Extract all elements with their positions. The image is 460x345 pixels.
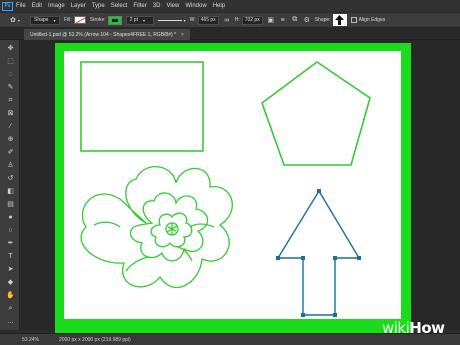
pentagon-shape [261, 61, 371, 166]
document-tab-title: Untitled-1.psd @ 53.2% (Arrow 104 - Shap… [30, 31, 176, 38]
custom-shape-icon: ✿ [10, 17, 16, 24]
menu-view[interactable]: View [166, 3, 179, 9]
spot-healing-tool-icon[interactable]: ⊕ [5, 135, 16, 144]
menu-layer[interactable]: Layer [71, 3, 86, 9]
height-field[interactable]: 702 px [241, 15, 263, 25]
menu-bar: Ps File Edit Image Layer Type Select Fil… [0, 0, 460, 12]
menu-3d[interactable]: 3D [153, 3, 161, 9]
rectangle-shape [80, 61, 204, 152]
stroke-control: Stroke: [89, 15, 122, 25]
stroke-line-preview [157, 19, 182, 21]
tools-panel: ✥ ⬚ ◌ ✎ ⌗ ⊠ ⁄ ⊕ ✐ ♙ ↺ ◧ ▤ ● ○ ✒ T ➤ ◆ ✋ … [0, 40, 20, 330]
path-operations-icon[interactable]: ▣ [267, 16, 275, 24]
photoshop-logo: Ps [2, 1, 13, 11]
stroke-width-field[interactable]: 2 pt ▾ [125, 15, 154, 25]
width-field[interactable]: 465 px [197, 15, 219, 25]
artboard-tool-icon[interactable]: ⬚ [5, 57, 16, 66]
link-dimensions-icon[interactable]: ∞ [223, 16, 231, 24]
menu-filter[interactable]: Filter [133, 3, 146, 9]
document-tab-bar: Untitled-1.psd @ 53.2% (Arrow 104 - Shap… [0, 28, 460, 40]
document-canvas[interactable] [64, 51, 401, 319]
arrow-shape [276, 189, 361, 317]
menu-help[interactable]: Help [213, 3, 225, 9]
zoom-tool-icon[interactable]: ⌕ [5, 304, 16, 313]
align-edges-checkbox[interactable] [350, 17, 357, 23]
chevron-down-icon: ▾ [183, 17, 186, 23]
shape-label: Shape: [314, 17, 331, 23]
more-tools-icon[interactable]: … [5, 317, 16, 326]
move-tool-icon[interactable]: ✥ [5, 44, 16, 53]
fill-control: Fill: [64, 16, 86, 24]
shape-picker: Shape: [315, 14, 347, 26]
width-label: W: [189, 17, 196, 23]
settings-gear-icon[interactable]: ⚙ [303, 16, 311, 24]
arrow-shape-icon [335, 15, 345, 25]
eraser-tool-icon[interactable]: ◧ [5, 187, 16, 196]
lasso-tool-icon[interactable]: ◌ [5, 70, 16, 79]
options-bar: ✿ ▾ Shape ▾ Fill: Stroke: 2 pt ▾ ▾ W: 465 p… [0, 12, 460, 28]
shape-preview-button[interactable] [332, 14, 347, 26]
chevron-down-icon: ▾ [142, 17, 145, 23]
clone-stamp-tool-icon[interactable]: ♙ [5, 161, 16, 170]
zoom-level[interactable]: 53.24% [22, 337, 39, 343]
path-arrangement-icon[interactable]: ⧉ [291, 16, 299, 24]
type-tool-icon[interactable]: T [5, 252, 16, 261]
blur-tool-icon[interactable]: ● [5, 213, 16, 222]
crop-tool-icon[interactable]: ⌗ [5, 96, 16, 105]
path-selection-tool-icon[interactable]: ➤ [5, 265, 16, 274]
document-size: 2000 px x 2000 px (219.989 ppi) [58, 336, 131, 343]
menu-image[interactable]: Image [48, 3, 65, 9]
path-alignment-icon[interactable]: ≡ [279, 16, 287, 24]
dodge-tool-icon[interactable]: ○ [5, 226, 16, 235]
fill-swatch-none[interactable] [73, 16, 86, 24]
eyedropper-tool-icon[interactable]: ⁄ [5, 122, 16, 131]
shape-tool-icon[interactable]: ◆ [5, 278, 16, 287]
stroke-swatch[interactable] [107, 15, 122, 25]
history-brush-tool-icon[interactable]: ↺ [5, 174, 16, 183]
frame-tool-icon[interactable]: ⊠ [5, 109, 16, 118]
menu-edit[interactable]: Edit [32, 3, 42, 9]
height-label: H: [234, 17, 240, 23]
document-tab[interactable]: Untitled-1.psd @ 53.2% (Arrow 104 - Shap… [24, 29, 190, 40]
menu-select[interactable]: Select [111, 3, 128, 9]
stroke-label: Stroke: [89, 17, 106, 23]
height-control: H: 702 px [234, 15, 263, 25]
align-edges-control[interactable]: Align Edges [350, 17, 386, 23]
hand-tool-icon[interactable]: ✋ [5, 291, 16, 300]
menu-type[interactable]: Type [92, 3, 105, 9]
pen-tool-icon[interactable]: ✒ [5, 239, 16, 248]
brush-tool-icon[interactable]: ✐ [5, 148, 16, 157]
menu-file[interactable]: File [16, 3, 26, 9]
chevron-down-icon: ▾ [53, 17, 56, 23]
fill-label: Fill: [64, 17, 72, 23]
align-edges-label: Align Edges [358, 17, 386, 23]
flower-shape [80, 166, 233, 289]
canvas-shapes [80, 61, 371, 317]
quick-selection-tool-icon[interactable]: ✎ [5, 83, 16, 92]
stroke-type-dropdown[interactable]: ▾ [157, 17, 186, 23]
tool-mode-dropdown[interactable]: Shape ▾ [30, 15, 60, 25]
wikihow-watermark: wikiHow [382, 319, 445, 337]
tool-preset-picker[interactable]: ✿ ▾ [4, 15, 26, 25]
menu-window[interactable]: Window [185, 3, 206, 9]
width-control: W: 465 px [189, 15, 219, 25]
gradient-tool-icon[interactable]: ▤ [5, 200, 16, 209]
close-icon[interactable]: × [181, 32, 184, 38]
